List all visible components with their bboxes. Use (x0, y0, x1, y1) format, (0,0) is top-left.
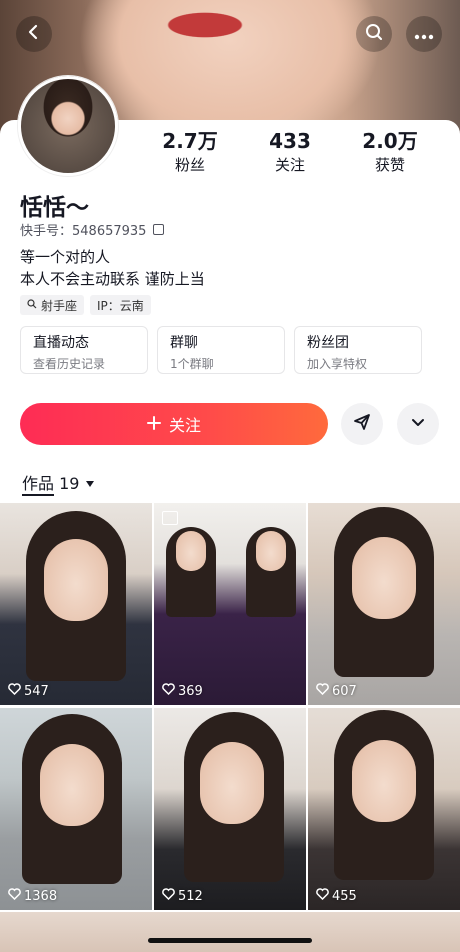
follow-button[interactable]: 关注 (20, 403, 328, 445)
tile-title: 直播动态 (33, 335, 89, 351)
photo-face (352, 740, 416, 822)
work-item[interactable]: 512 (154, 708, 306, 910)
work-item[interactable]: 455 (308, 708, 460, 910)
like-count: 369 (162, 683, 203, 699)
tile-subtitle: 1个群聊 (170, 357, 214, 371)
heart-icon (162, 888, 175, 904)
stat-likes[interactable]: 2.0万 获赞 (345, 130, 435, 175)
bio-line-1: 等一个对的人 (20, 248, 111, 266)
photo-face (200, 742, 264, 824)
stat-value: 2.7万 (162, 129, 218, 153)
expand-button[interactable] (397, 403, 439, 445)
tile-title: 粉丝团 (307, 335, 349, 351)
heart-icon (8, 683, 21, 699)
search-icon (364, 22, 384, 46)
tile-subtitle: 查看历史记录 (33, 357, 106, 371)
share-button[interactable] (341, 403, 383, 445)
chevron-down-icon (409, 413, 427, 435)
heart-icon (162, 683, 175, 699)
send-icon (352, 412, 372, 436)
like-count-text: 1368 (24, 888, 58, 904)
search-button[interactable] (356, 16, 392, 52)
avatar[interactable] (18, 76, 118, 176)
caret-down-icon (85, 473, 95, 492)
like-count-text: 547 (24, 683, 49, 699)
like-count: 1368 (8, 888, 57, 904)
photo-face (44, 539, 108, 621)
tag-label: IP：云南 (97, 298, 144, 313)
photo-album-icon (162, 511, 178, 525)
like-count-text: 369 (178, 683, 203, 699)
copy-icon[interactable] (153, 224, 165, 235)
more-dots-icon (414, 25, 434, 44)
work-item[interactable]: 369 (154, 503, 306, 705)
photo-face (256, 531, 286, 571)
tab-works-label: 作品 19 (22, 474, 80, 493)
like-count: 607 (316, 683, 357, 699)
back-button[interactable] (16, 16, 52, 52)
stat-value: 433 (269, 129, 311, 153)
like-count-text: 607 (332, 683, 357, 699)
like-count-text: 455 (332, 888, 357, 904)
plus-icon (146, 415, 161, 434)
stat-label: 获赞 (374, 156, 405, 174)
tile-subtitle: 加入享特权 (307, 357, 368, 371)
work-item[interactable]: 607 (308, 503, 460, 705)
photo-face (40, 744, 104, 826)
next-works-row (0, 912, 460, 952)
tile-fan-club[interactable]: 粉丝团 加入享特权 (294, 326, 422, 374)
work-item[interactable]: 1368 (0, 708, 152, 910)
photo-face (352, 537, 416, 619)
tag-label: 射手座 (41, 298, 78, 313)
heart-icon (316, 683, 329, 699)
stat-label: 关注 (274, 156, 305, 174)
stat-label: 粉丝 (174, 156, 205, 174)
tile-live-history[interactable]: 直播动态 查看历史记录 (20, 326, 148, 374)
tab-underline (22, 494, 54, 496)
kuaishou-id-text: 快手号：548657935 (20, 224, 147, 239)
follow-label: 关注 (168, 416, 201, 435)
home-indicator[interactable] (148, 938, 312, 943)
tile-title: 群聊 (170, 335, 198, 351)
photo-face (176, 531, 206, 571)
tag-zodiac: 射手座 (20, 295, 85, 315)
feature-tiles: 直播动态 查看历史记录 群聊 1个群聊 粉丝团 加入享特权 (20, 326, 440, 374)
more-button[interactable] (406, 16, 442, 52)
bio-line-2: 本人不会主动联系 谨防上当 (20, 270, 205, 288)
profile-name: 恬恬～ (20, 195, 89, 221)
stat-value: 2.0万 (362, 129, 418, 153)
chevron-left-icon (25, 23, 43, 45)
work-item[interactable]: 547 (0, 503, 152, 705)
like-count-text: 512 (178, 888, 203, 904)
stat-following[interactable]: 433 关注 (245, 130, 335, 175)
kuaishou-id: 快手号：548657935 (20, 220, 165, 239)
heart-icon (316, 888, 329, 904)
search-small-icon (27, 298, 37, 312)
tab-works[interactable]: 作品 19 (22, 470, 95, 494)
tag-ip: IP：云南 (90, 295, 151, 315)
profile-tags: 射手座 IP：云南 (20, 295, 151, 315)
stats-row: 2.7万 粉丝 433 关注 2.0万 获赞 (140, 130, 460, 174)
like-count: 455 (316, 888, 357, 904)
heart-icon (8, 888, 21, 904)
like-count: 547 (8, 683, 49, 699)
tile-group-chat[interactable]: 群聊 1个群聊 (157, 326, 285, 374)
stat-fans[interactable]: 2.7万 粉丝 (145, 130, 235, 175)
like-count: 512 (162, 888, 203, 904)
